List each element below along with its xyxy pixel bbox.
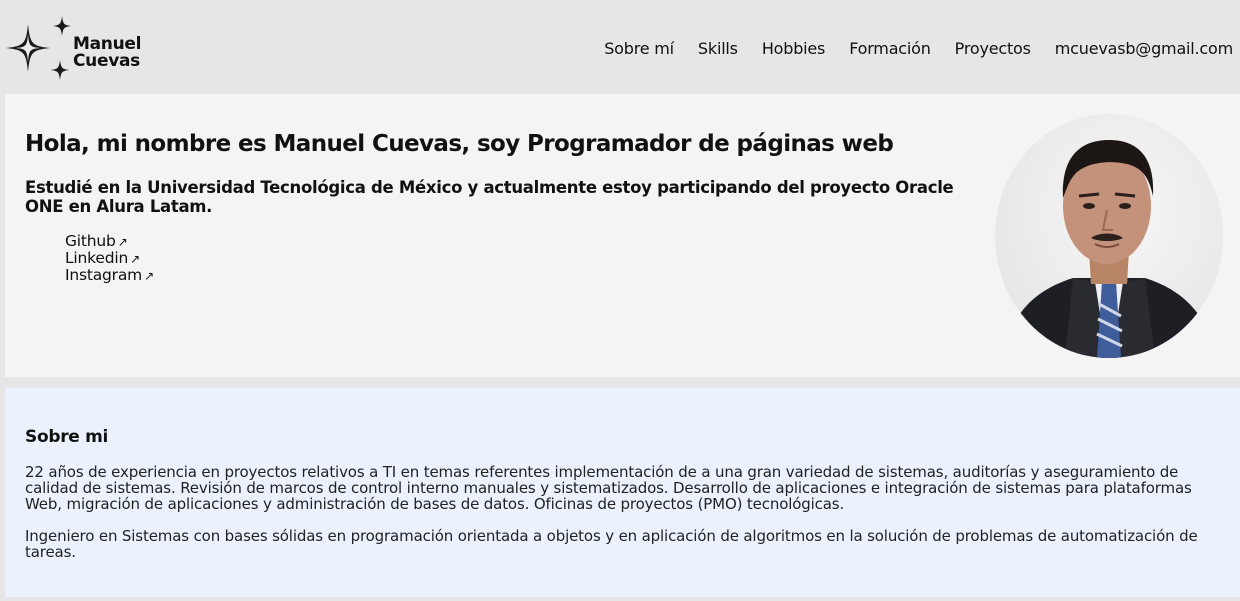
profile-photo [995,114,1223,358]
social-links: Github ↗ Linkedin ↗ Instagram ↗ [65,233,154,284]
instagram-link-label: Instagram [65,266,143,284]
nav-link-proyectos[interactable]: Proyectos [955,39,1031,59]
github-link[interactable]: Github ↗ [65,232,128,250]
logo-text: Manuel Cuevas [73,36,141,70]
logo[interactable]: Manuel Cuevas [4,14,144,86]
nav-link-hobbies[interactable]: Hobbies [762,39,826,59]
site-header: Manuel Cuevas Sobre mí Skills Hobbies Fo… [0,0,1240,94]
nav-link-formacion[interactable]: Formación [849,39,931,59]
hero-subtitle: Estudié en la Universidad Tecnológica de… [25,178,954,216]
about-paragraph-1: 22 años de experiencia en proyectos rela… [25,463,1192,513]
list-item: Linkedin ↗ [65,250,154,267]
about-section: Sobre mi 22 años de experiencia en proye… [5,388,1240,597]
nav-link-skills[interactable]: Skills [698,39,738,59]
about-paragraph-2: Ingeniero en Sistemas con bases sólidas … [25,527,1198,561]
instagram-link[interactable]: Instagram ↗ [65,266,154,284]
hero-title: Hola, mi nombre es Manuel Cuevas, soy Pr… [25,131,894,157]
about-title: Sobre mi [25,427,109,447]
list-item: Instagram ↗ [65,267,154,284]
person-portrait-icon [1005,140,1217,358]
list-item: Github ↗ [65,233,154,250]
github-link-label: Github [65,232,116,250]
main-nav: Sobre mí Skills Hobbies Formación Proyec… [580,39,1233,59]
nav-link-sobre-mi[interactable]: Sobre mí [604,39,674,59]
nav-link-email[interactable]: mcuevasb@gmail.com [1055,39,1233,59]
logo-line-2: Cuevas [73,51,140,71]
external-link-icon: ↗ [130,252,140,266]
sparkle-logo-icon [6,16,71,80]
hero-section: Hola, mi nombre es Manuel Cuevas, soy Pr… [5,94,1240,377]
external-link-icon: ↗ [117,235,128,249]
linkedin-link[interactable]: Linkedin ↗ [65,249,140,267]
linkedin-link-label: Linkedin [65,249,129,267]
external-link-icon: ↗ [144,269,154,283]
